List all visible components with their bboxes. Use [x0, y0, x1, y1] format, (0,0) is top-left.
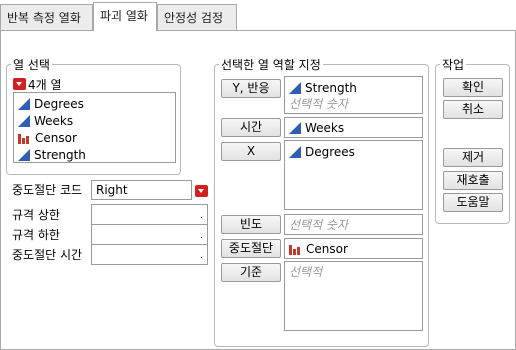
- censor-time-label: 중도절단 시간: [12, 248, 83, 262]
- by-button[interactable]: 기준: [221, 263, 281, 282]
- tab-label: 반복 측정 열화: [7, 11, 81, 25]
- action-title: 작업: [440, 56, 467, 73]
- y-response-button[interactable]: Y, 반응: [221, 79, 281, 98]
- list-item[interactable]: Weeks: [18, 112, 73, 129]
- frequency-button[interactable]: 빈도: [221, 215, 281, 234]
- tab-repeated-measures[interactable]: 반복 측정 열화: [0, 4, 93, 30]
- censor-role-value: Censor: [306, 241, 348, 256]
- by-role-placeholder: 선택적: [289, 265, 323, 279]
- column-name: Censor: [35, 130, 77, 145]
- columns-menu-icon[interactable]: [13, 78, 26, 90]
- continuous-icon: [289, 81, 301, 94]
- continuous-icon: [18, 148, 30, 161]
- frequency-role-placeholder: 선택적 숫자: [289, 218, 349, 232]
- column-list[interactable]: Degrees Weeks Censor Strength: [13, 92, 176, 163]
- time-button[interactable]: 시간: [221, 118, 281, 137]
- frequency-role-list[interactable]: 선택적 숫자: [284, 214, 423, 235]
- column-count-label: 4개 열: [28, 78, 62, 92]
- select-columns-title: 열 선택: [11, 56, 52, 73]
- tab-label: 안정성 검정: [164, 11, 224, 25]
- list-item[interactable]: Degrees: [289, 143, 355, 160]
- lower-spec-field[interactable]: .: [91, 224, 208, 245]
- list-item[interactable]: Censor: [18, 129, 77, 146]
- censor-code-dropdown-icon[interactable]: [195, 185, 208, 197]
- censor-code-label: 중도절단 코드: [12, 183, 83, 197]
- censor-code-value: Right: [96, 183, 128, 197]
- censor-time-field[interactable]: .: [91, 244, 208, 265]
- cancel-button[interactable]: 취소: [443, 100, 503, 119]
- nominal-icon: [18, 133, 29, 144]
- upper-spec-field[interactable]: .: [91, 204, 208, 225]
- y-role-placeholder: 선택적 숫자: [289, 97, 349, 111]
- column-name: Degrees: [34, 96, 84, 111]
- tab-label: 파괴 열화: [100, 9, 148, 23]
- continuous-icon: [289, 145, 301, 158]
- column-name: Strength: [34, 147, 86, 162]
- ok-button[interactable]: 확인: [443, 78, 503, 97]
- list-item[interactable]: Strength: [289, 79, 357, 96]
- y-role-value: Strength: [305, 80, 357, 95]
- time-role-value: Weeks: [305, 120, 345, 135]
- censor-code-field[interactable]: Right: [91, 180, 192, 200]
- tab-stability-test[interactable]: 안정성 검정: [157, 4, 237, 30]
- recall-button[interactable]: 재호출: [443, 171, 503, 190]
- field-dot: .: [199, 250, 203, 261]
- nominal-icon: [289, 244, 300, 255]
- list-item[interactable]: Strength: [18, 146, 86, 163]
- lower-spec-label: 규격 하한: [12, 228, 60, 242]
- list-item[interactable]: Censor: [289, 240, 348, 257]
- continuous-icon: [18, 114, 30, 127]
- x-role-list[interactable]: Degrees: [284, 140, 423, 210]
- column-name: Weeks: [34, 113, 74, 128]
- list-item[interactable]: Degrees: [18, 95, 84, 112]
- field-dot: .: [199, 210, 203, 221]
- list-item[interactable]: Weeks: [289, 119, 344, 136]
- y-role-list[interactable]: Strength 선택적 숫자: [284, 76, 423, 114]
- continuous-icon: [18, 97, 30, 110]
- x-role-value: Degrees: [305, 144, 355, 159]
- field-dot: .: [199, 230, 203, 241]
- time-role-list[interactable]: Weeks: [284, 117, 423, 138]
- cast-roles-title: 선택한 열 역할 지정: [219, 56, 323, 73]
- censor-button[interactable]: 중도절단: [221, 239, 281, 258]
- remove-button[interactable]: 제거: [443, 148, 503, 167]
- censor-role-list[interactable]: Censor: [284, 238, 423, 259]
- tab-destructive[interactable]: 파괴 열화: [93, 2, 157, 31]
- help-button[interactable]: 도움말: [443, 193, 503, 212]
- continuous-icon: [289, 121, 301, 134]
- by-role-list[interactable]: 선택적: [284, 261, 423, 331]
- x-button[interactable]: X: [221, 142, 281, 161]
- upper-spec-label: 규격 상한: [12, 208, 60, 222]
